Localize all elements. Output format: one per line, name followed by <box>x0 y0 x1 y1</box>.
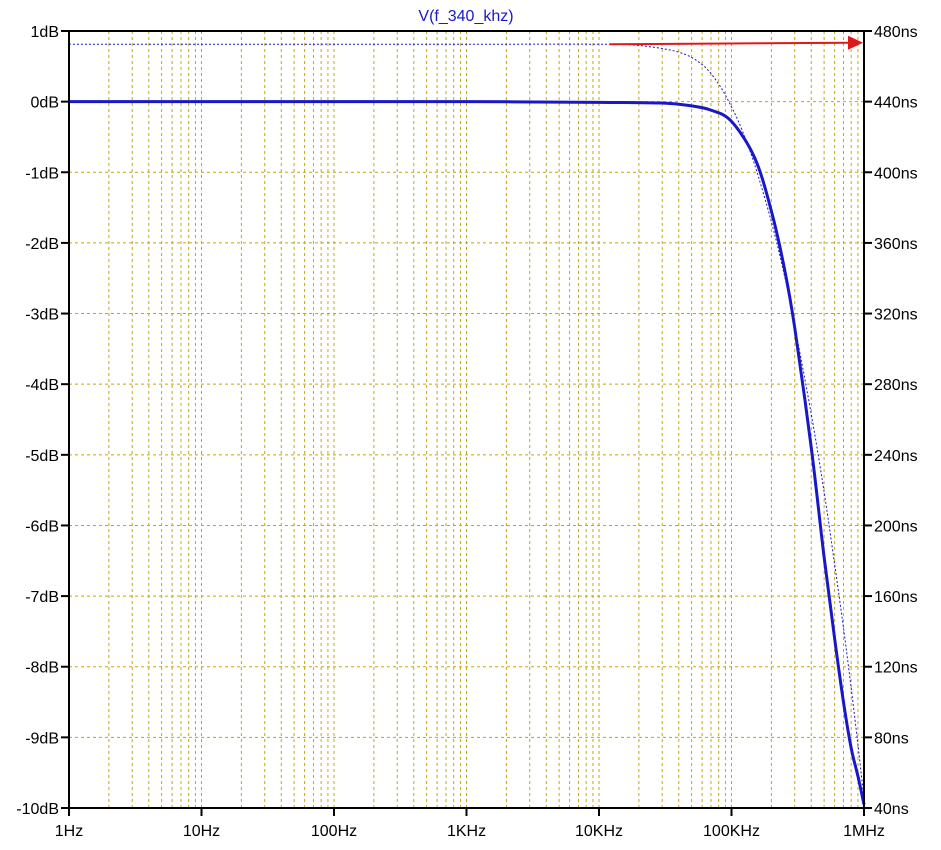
y-right-tick-label: 120ns <box>874 660 918 677</box>
y-right-tick-label: 160ns <box>874 589 918 606</box>
grid-lines <box>69 31 864 808</box>
y-left-tick-label: -10dB <box>16 801 59 818</box>
y-right-tick-label: 320ns <box>874 307 918 324</box>
y-left-tick-label: -3dB <box>25 307 59 324</box>
y-left-tick-label: -2dB <box>25 236 59 253</box>
y-right-tick-label: 440ns <box>874 95 918 112</box>
y-right-tick-label: 240ns <box>874 448 918 465</box>
y-right-tick-label: 360ns <box>874 236 918 253</box>
y-right-tick-label: 40ns <box>874 801 909 818</box>
y-right-tick-label: 80ns <box>874 730 909 747</box>
y-left-tick-label: -6dB <box>25 518 59 535</box>
x-tick-label: 100KHz <box>703 823 760 840</box>
x-tick-label: 1Hz <box>55 823 83 840</box>
y-right-tick-label: 400ns <box>874 165 918 182</box>
y-right-tick-label: 480ns <box>874 24 918 41</box>
y-left-tick-label: -1dB <box>25 165 59 182</box>
y-left-tick-label: -9dB <box>25 730 59 747</box>
chart-svg: 1dB 0dB -1dB -2dB -3dB -4dB -5dB -6dB -7dB -8dB -9… <box>16 8 918 840</box>
x-tick-label: 10KHz <box>575 823 623 840</box>
y-left-tick-label: 0dB <box>31 95 59 112</box>
chart-title[interactable]: V(f_340_khz) <box>418 8 513 25</box>
x-tick-label: 100Hz <box>311 823 357 840</box>
x-tick-label: 1MHz <box>843 823 885 840</box>
y-left-tick-label: -8dB <box>25 660 59 677</box>
chart: 1dB 0dB -1dB -2dB -3dB -4dB -5dB -6dB -7dB -8dB -9… <box>0 0 941 845</box>
y-left-tick-label: -7dB <box>25 589 59 606</box>
y-right-tick-label: 280ns <box>874 377 918 394</box>
y-left-tick-label: 1dB <box>31 24 59 41</box>
x-tick-label: 10Hz <box>183 823 220 840</box>
y-left-tick-label: -5dB <box>25 448 59 465</box>
y-left-tick-label: -4dB <box>25 377 59 394</box>
x-tick-label: 1KHz <box>447 823 486 840</box>
y-right-tick-label: 200ns <box>874 518 918 535</box>
